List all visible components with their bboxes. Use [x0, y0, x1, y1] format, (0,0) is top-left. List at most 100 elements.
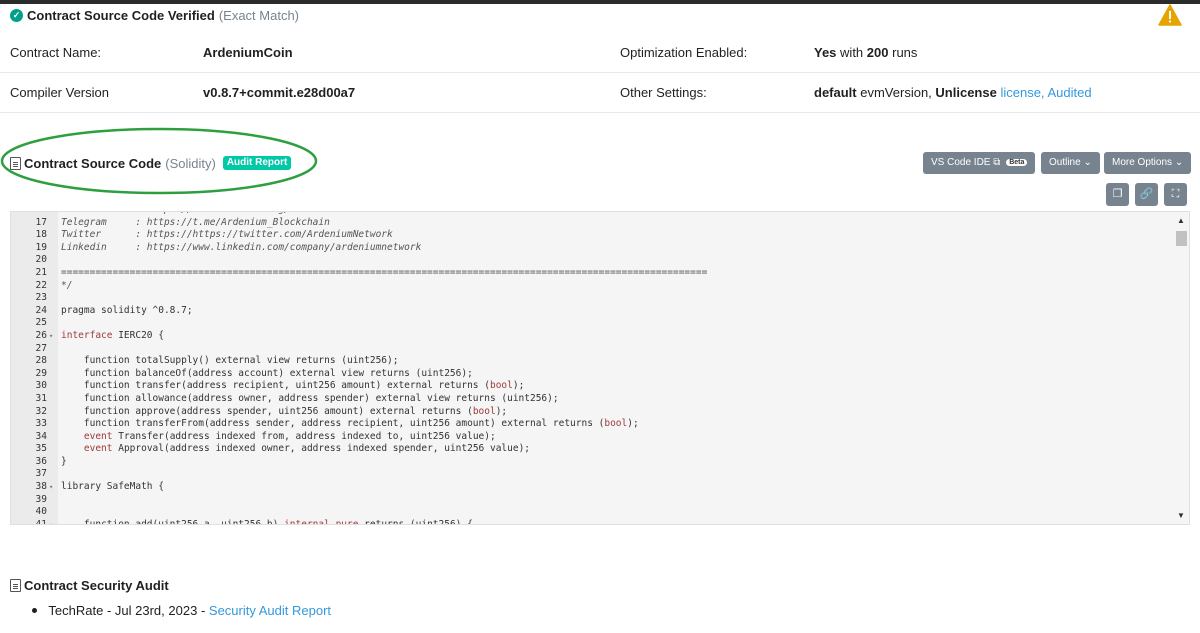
code-editor[interactable]: 16Website : https://www.ardenium.org/17T… [10, 211, 1190, 525]
optimization-with: with [840, 45, 864, 60]
code-text: interface IERC20 { [61, 329, 164, 341]
chevron-down-icon: ⌄ [1174, 157, 1184, 168]
expand-icon: ⛶ [1171, 188, 1180, 200]
code-keyword: event [83, 430, 113, 442]
code-line: 21 ======================================… [11, 267, 1171, 280]
line-number: 31 [35, 392, 47, 404]
code-text: */ [61, 279, 73, 291]
exact-match-label: (Exact Match) [218, 7, 300, 23]
optimization-label: Optimization Enabled: [620, 45, 748, 60]
line-number: 40 [35, 506, 47, 518]
audit-date: Jul 23rd, 2023 [114, 603, 198, 618]
link-icon: 🔗 [1139, 188, 1154, 200]
code-text: library SafeMath { [61, 481, 164, 493]
code-line: 31 function allowance(address owner, add… [11, 393, 1171, 406]
top-bar [0, 0, 1200, 4]
security-audit-report-link[interactable]: Security Audit Report [209, 603, 331, 618]
scroll-down-icon[interactable]: ▼ [1177, 511, 1185, 520]
line-number: 28 [35, 355, 47, 367]
line-number: 41 [35, 518, 47, 525]
security-audit-title: Contract Security Audit [24, 577, 169, 593]
code-keyword: pure [335, 518, 359, 525]
optimization-yes: Yes [814, 45, 837, 60]
code-text: function approve(address spender, uint25… [61, 405, 508, 417]
line-number: 29 [35, 367, 47, 379]
editor-scrollbar[interactable]: ▲ ▼ [1174, 212, 1189, 524]
line-number: 38 [35, 481, 47, 493]
code-line: 20 [11, 254, 1171, 267]
other-settings-value: default evmVersion, Unlicense license, A… [814, 73, 1092, 113]
audited-link[interactable]: Audited [1047, 85, 1091, 100]
license-name: Unlicense [935, 85, 997, 100]
code-keyword: internal [284, 518, 330, 525]
line-number: 36 [35, 455, 47, 467]
code-line: 30 function transfer(address recipient, … [11, 380, 1171, 393]
scroll-up-icon[interactable]: ▲ [1177, 216, 1185, 225]
line-number: 33 [35, 418, 47, 430]
line-number: 25 [35, 317, 47, 329]
code-text: Telegram : https://t.me/Ardenium_Blockch… [61, 216, 330, 228]
code-text: ========================================… [61, 266, 708, 278]
code-line: 28 function totalSupply() external view … [11, 355, 1171, 368]
code-line: 38 ▾ library SafeMath { [11, 481, 1171, 494]
compiler-label: Compiler Version [10, 85, 109, 100]
code-text: function balanceOf(address account) exte… [61, 367, 473, 379]
warning-icon[interactable] [1158, 4, 1182, 26]
code-line: 24 pragma solidity ^0.8.7; [11, 305, 1171, 318]
code-text: function allowance(address owner, addres… [61, 392, 559, 404]
code-line: 26 ▾ interface IERC20 { [11, 330, 1171, 343]
line-number: 39 [35, 493, 47, 505]
line-number: 21 [35, 266, 47, 278]
chevron-down-icon: ⌄ [1083, 157, 1092, 168]
line-number: 34 [35, 430, 47, 442]
code-line: 36} [11, 456, 1171, 469]
line-number: 20 [35, 254, 47, 266]
contract-name-value: ArdeniumCoin [203, 45, 293, 60]
compiler-version-value: v0.8.7+commit.e28d00a7 [203, 85, 356, 100]
code-text: function totalSupply() external view ret… [61, 355, 399, 367]
more-options-button[interactable]: More Options ⌄ [1104, 152, 1192, 174]
code-line: 33 function transferFrom(address sender,… [11, 418, 1171, 431]
verified-title: Contract Source Code Verified [27, 7, 215, 23]
line-number: 26 [35, 329, 47, 341]
vscode-ide-button[interactable]: VS Code IDE ⧉ Beta [923, 152, 1036, 174]
fullscreen-button[interactable]: ⛶ [1164, 183, 1187, 206]
file-code-icon [10, 156, 21, 170]
beta-badge: Beta [1006, 159, 1028, 166]
code-line: 34 event Transfer(address indexed from, … [11, 431, 1171, 444]
scroll-thumb[interactable] [1176, 231, 1187, 246]
code-text: function transfer(address recipient, uin… [61, 380, 525, 392]
line-number: 35 [35, 443, 47, 455]
code-keyword: bool [489, 380, 513, 392]
code-keyword: bool [604, 418, 628, 430]
line-number: 23 [35, 292, 47, 304]
code-text: event Transfer(address indexed from, add… [83, 430, 496, 442]
outline-button[interactable]: Outline ⌄ [1041, 152, 1100, 174]
code-line: 35 event Approval(address indexed owner,… [11, 443, 1171, 456]
audit-report-badge[interactable]: Audit Report [222, 156, 292, 170]
line-number: 37 [35, 468, 47, 480]
code-keyword: event [83, 443, 113, 455]
line-number: 30 [35, 380, 47, 392]
fold-toggle-icon[interactable]: ▾ [49, 330, 53, 343]
copy-button[interactable]: ❐ [1106, 183, 1129, 206]
link-button[interactable]: 🔗 [1135, 183, 1158, 206]
copy-icon: ❐ [1112, 188, 1123, 200]
code-line: 32 function approve(address spender, uin… [11, 406, 1171, 419]
fold-toggle-icon[interactable]: ▾ [49, 481, 53, 494]
code-line: 41 ▾ function add(uint256 a, uint256 b) i… [11, 518, 1171, 525]
code-line: 27 [11, 343, 1171, 356]
line-number: 32 [35, 405, 47, 417]
code-text: Linkedin : https://www.linkedin.com/comp… [61, 241, 422, 253]
license-link[interactable]: license, [1000, 85, 1044, 100]
code-line: 23 [11, 292, 1171, 305]
fold-toggle-icon[interactable]: ▾ [49, 519, 53, 524]
source-code-header: Contract Source Code (Solidity) Audit Re… [10, 155, 292, 171]
code-line: 25 [11, 317, 1171, 330]
code-text: function transferFrom(address sender, ad… [61, 418, 639, 430]
code-line: 17 Telegram : https://t.me/Ardenium_Block… [11, 217, 1171, 230]
code-line: 19 Linkedin : https://www.linkedin.com/co… [11, 242, 1171, 255]
code-line: 40 [11, 506, 1171, 519]
code-line: 18 Twitter : https://https://twitter.com/… [11, 229, 1171, 242]
file-icon [10, 578, 21, 592]
